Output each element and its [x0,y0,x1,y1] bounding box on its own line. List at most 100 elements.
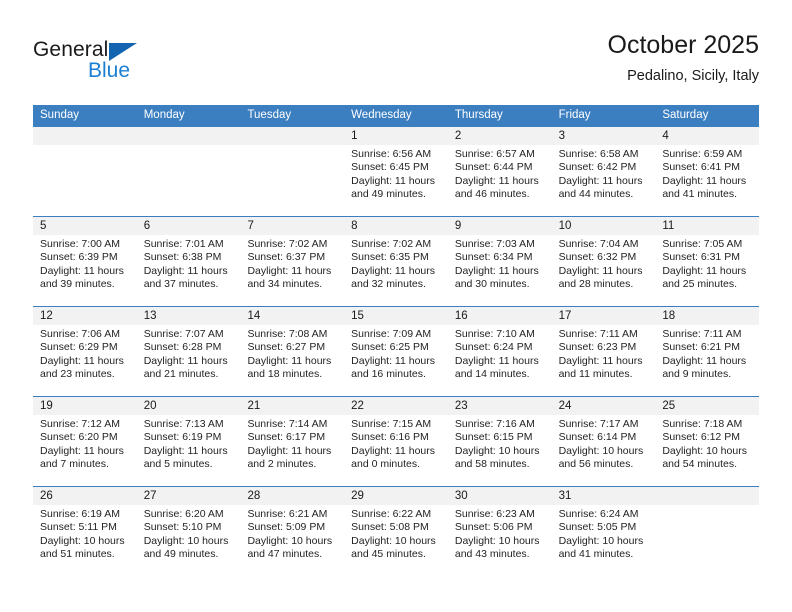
calendar-grid: Sunday Monday Tuesday Wednesday Thursday… [33,105,760,576]
day-cell[interactable]: 11 Sunrise: 7:05 AM Sunset: 6:31 PM Dayl… [655,217,760,306]
day-number: 22 [344,397,448,415]
day-cell[interactable]: 3 Sunrise: 6:58 AM Sunset: 6:42 PM Dayli… [551,127,656,216]
sunset-text: Sunset: 6:25 PM [351,341,429,354]
day-number: 6 [136,217,241,235]
day-details [240,145,344,148]
day-cell[interactable]: 12 Sunrise: 7:06 AM Sunset: 6:29 PM Dayl… [33,307,137,396]
daylight-text: Daylight: 11 hours and 11 minutes. [558,354,643,381]
day-cell[interactable]: 14 Sunrise: 7:08 AM Sunset: 6:27 PM Dayl… [240,307,345,396]
logo-text-blue: Blue [88,59,131,82]
day-details: Sunrise: 7:11 AM Sunset: 6:21 PM Dayligh… [655,325,759,382]
daylight-text: Daylight: 10 hours and 45 minutes. [351,534,436,561]
sunrise-text: Sunrise: 7:10 AM [454,328,535,340]
daylight-text: Daylight: 11 hours and 25 minutes. [662,264,747,291]
day-cell[interactable]: 28 Sunrise: 6:21 AM Sunset: 5:09 PM Dayl… [240,487,345,576]
day-cell[interactable]: 15 Sunrise: 7:09 AM Sunset: 6:25 PM Dayl… [344,307,448,396]
day-number: 9 [447,217,552,235]
daylight-text: Daylight: 11 hours and 39 minutes. [40,264,124,291]
day-cell[interactable]: 2 Sunrise: 6:57 AM Sunset: 6:44 PM Dayli… [447,127,552,216]
sunset-text: Sunset: 5:09 PM [247,521,326,534]
day-cell[interactable] [655,487,760,576]
sunset-text: Sunset: 6:14 PM [558,431,637,444]
sunrise-text: Sunrise: 6:24 AM [558,508,639,520]
day-details: Sunrise: 7:17 AM Sunset: 6:14 PM Dayligh… [552,415,656,472]
day-cell[interactable]: 13 Sunrise: 7:07 AM Sunset: 6:28 PM Dayl… [136,307,241,396]
general-blue-logo[interactable]: General Blue [33,30,233,88]
sunset-text: Sunset: 6:28 PM [143,341,222,354]
day-details: Sunrise: 6:21 AM Sunset: 5:09 PM Dayligh… [240,505,344,562]
daylight-text: Daylight: 11 hours and 21 minutes. [143,354,228,381]
day-details: Sunrise: 6:23 AM Sunset: 5:06 PM Dayligh… [448,505,552,562]
day-details: Sunrise: 7:02 AM Sunset: 6:35 PM Dayligh… [344,235,448,292]
day-cell[interactable] [136,127,241,216]
day-cell[interactable]: 23 Sunrise: 7:16 AM Sunset: 6:15 PM Dayl… [447,397,552,486]
daylight-text: Daylight: 11 hours and 9 minutes. [662,354,747,381]
sunset-text: Sunset: 6:39 PM [40,251,118,264]
sunrise-text: Sunrise: 7:11 AM [662,328,742,340]
day-cell[interactable]: 5 Sunrise: 7:00 AM Sunset: 6:39 PM Dayli… [33,217,137,306]
day-number: 10 [551,217,656,235]
daylight-text: Daylight: 11 hours and 23 minutes. [40,354,124,381]
daylight-text: Daylight: 11 hours and 34 minutes. [247,264,332,291]
day-details: Sunrise: 7:11 AM Sunset: 6:23 PM Dayligh… [552,325,656,382]
day-number: 19 [33,397,137,415]
sunrise-text: Sunrise: 6:22 AM [351,508,432,520]
day-cell[interactable]: 19 Sunrise: 7:12 AM Sunset: 6:20 PM Dayl… [33,397,137,486]
day-details: Sunrise: 7:12 AM Sunset: 6:20 PM Dayligh… [33,415,137,472]
daylight-text: Daylight: 10 hours and 56 minutes. [558,444,644,471]
day-cell[interactable]: 30 Sunrise: 6:23 AM Sunset: 5:06 PM Dayl… [447,487,552,576]
day-cell[interactable] [33,127,137,216]
day-cell[interactable]: 31 Sunrise: 6:24 AM Sunset: 5:05 PM Dayl… [551,487,656,576]
day-number: 17 [551,307,656,325]
day-details: Sunrise: 7:16 AM Sunset: 6:15 PM Dayligh… [448,415,552,472]
day-details: Sunrise: 6:20 AM Sunset: 5:10 PM Dayligh… [137,505,241,562]
daylight-text: Daylight: 11 hours and 28 minutes. [558,264,643,291]
day-cell[interactable]: 7 Sunrise: 7:02 AM Sunset: 6:37 PM Dayli… [240,217,345,306]
sunset-text: Sunset: 6:38 PM [143,251,222,264]
day-number: 5 [33,217,137,235]
day-details: Sunrise: 7:15 AM Sunset: 6:16 PM Dayligh… [344,415,448,472]
day-cell[interactable]: 9 Sunrise: 7:03 AM Sunset: 6:34 PM Dayli… [447,217,552,306]
day-cell[interactable]: 1 Sunrise: 6:56 AM Sunset: 6:45 PM Dayli… [344,127,448,216]
sunset-text: Sunset: 6:31 PM [662,251,740,264]
daylight-text: Daylight: 11 hours and 30 minutes. [454,264,539,291]
day-cell[interactable]: 18 Sunrise: 7:11 AM Sunset: 6:21 PM Dayl… [655,307,760,396]
weekday-header-row: Sunday Monday Tuesday Wednesday Thursday… [33,105,759,126]
day-cell[interactable]: 27 Sunrise: 6:20 AM Sunset: 5:10 PM Dayl… [136,487,241,576]
weekday-thursday: Thursday [454,109,503,121]
day-cell[interactable]: 10 Sunrise: 7:04 AM Sunset: 6:32 PM Dayl… [551,217,656,306]
day-cell[interactable]: 25 Sunrise: 7:18 AM Sunset: 6:12 PM Dayl… [655,397,760,486]
day-cell[interactable]: 16 Sunrise: 7:10 AM Sunset: 6:24 PM Dayl… [447,307,552,396]
day-cell[interactable]: 17 Sunrise: 7:11 AM Sunset: 6:23 PM Dayl… [551,307,656,396]
sunrise-text: Sunrise: 6:57 AM [454,148,535,160]
day-cell[interactable]: 4 Sunrise: 6:59 AM Sunset: 6:41 PM Dayli… [655,127,760,216]
day-cell[interactable]: 24 Sunrise: 7:17 AM Sunset: 6:14 PM Dayl… [551,397,656,486]
day-cell[interactable]: 20 Sunrise: 7:13 AM Sunset: 6:19 PM Dayl… [136,397,241,486]
sunrise-text: Sunrise: 7:14 AM [247,418,328,430]
sunrise-text: Sunrise: 6:56 AM [351,148,432,160]
day-details: Sunrise: 6:59 AM Sunset: 6:41 PM Dayligh… [655,145,759,202]
daylight-text: Daylight: 10 hours and 47 minutes. [247,534,333,561]
day-cell[interactable] [240,127,345,216]
sunset-text: Sunset: 5:10 PM [143,521,222,534]
day-cell[interactable]: 6 Sunrise: 7:01 AM Sunset: 6:38 PM Dayli… [136,217,241,306]
sunrise-text: Sunrise: 7:06 AM [40,328,120,340]
sunset-text: Sunset: 6:35 PM [351,251,429,264]
day-number: 1 [344,127,448,145]
day-number: 3 [551,127,656,145]
day-cell[interactable]: 29 Sunrise: 6:22 AM Sunset: 5:08 PM Dayl… [344,487,448,576]
day-cell[interactable]: 8 Sunrise: 7:02 AM Sunset: 6:35 PM Dayli… [344,217,448,306]
day-details [655,505,759,508]
day-cell[interactable]: 26 Sunrise: 6:19 AM Sunset: 5:11 PM Dayl… [33,487,137,576]
day-number: 28 [240,487,345,505]
sunset-text: Sunset: 6:32 PM [558,251,637,264]
day-details: Sunrise: 7:01 AM Sunset: 6:38 PM Dayligh… [137,235,241,292]
day-details: Sunrise: 7:03 AM Sunset: 6:34 PM Dayligh… [448,235,552,292]
sunset-text: Sunset: 6:19 PM [143,431,222,444]
day-cell[interactable]: 21 Sunrise: 7:14 AM Sunset: 6:17 PM Dayl… [240,397,345,486]
day-number: 2 [447,127,552,145]
sunset-text: Sunset: 6:24 PM [454,341,533,354]
daylight-text: Daylight: 11 hours and 32 minutes. [351,264,436,291]
sunset-text: Sunset: 5:05 PM [558,521,637,534]
day-cell[interactable]: 22 Sunrise: 7:15 AM Sunset: 6:16 PM Dayl… [344,397,448,486]
